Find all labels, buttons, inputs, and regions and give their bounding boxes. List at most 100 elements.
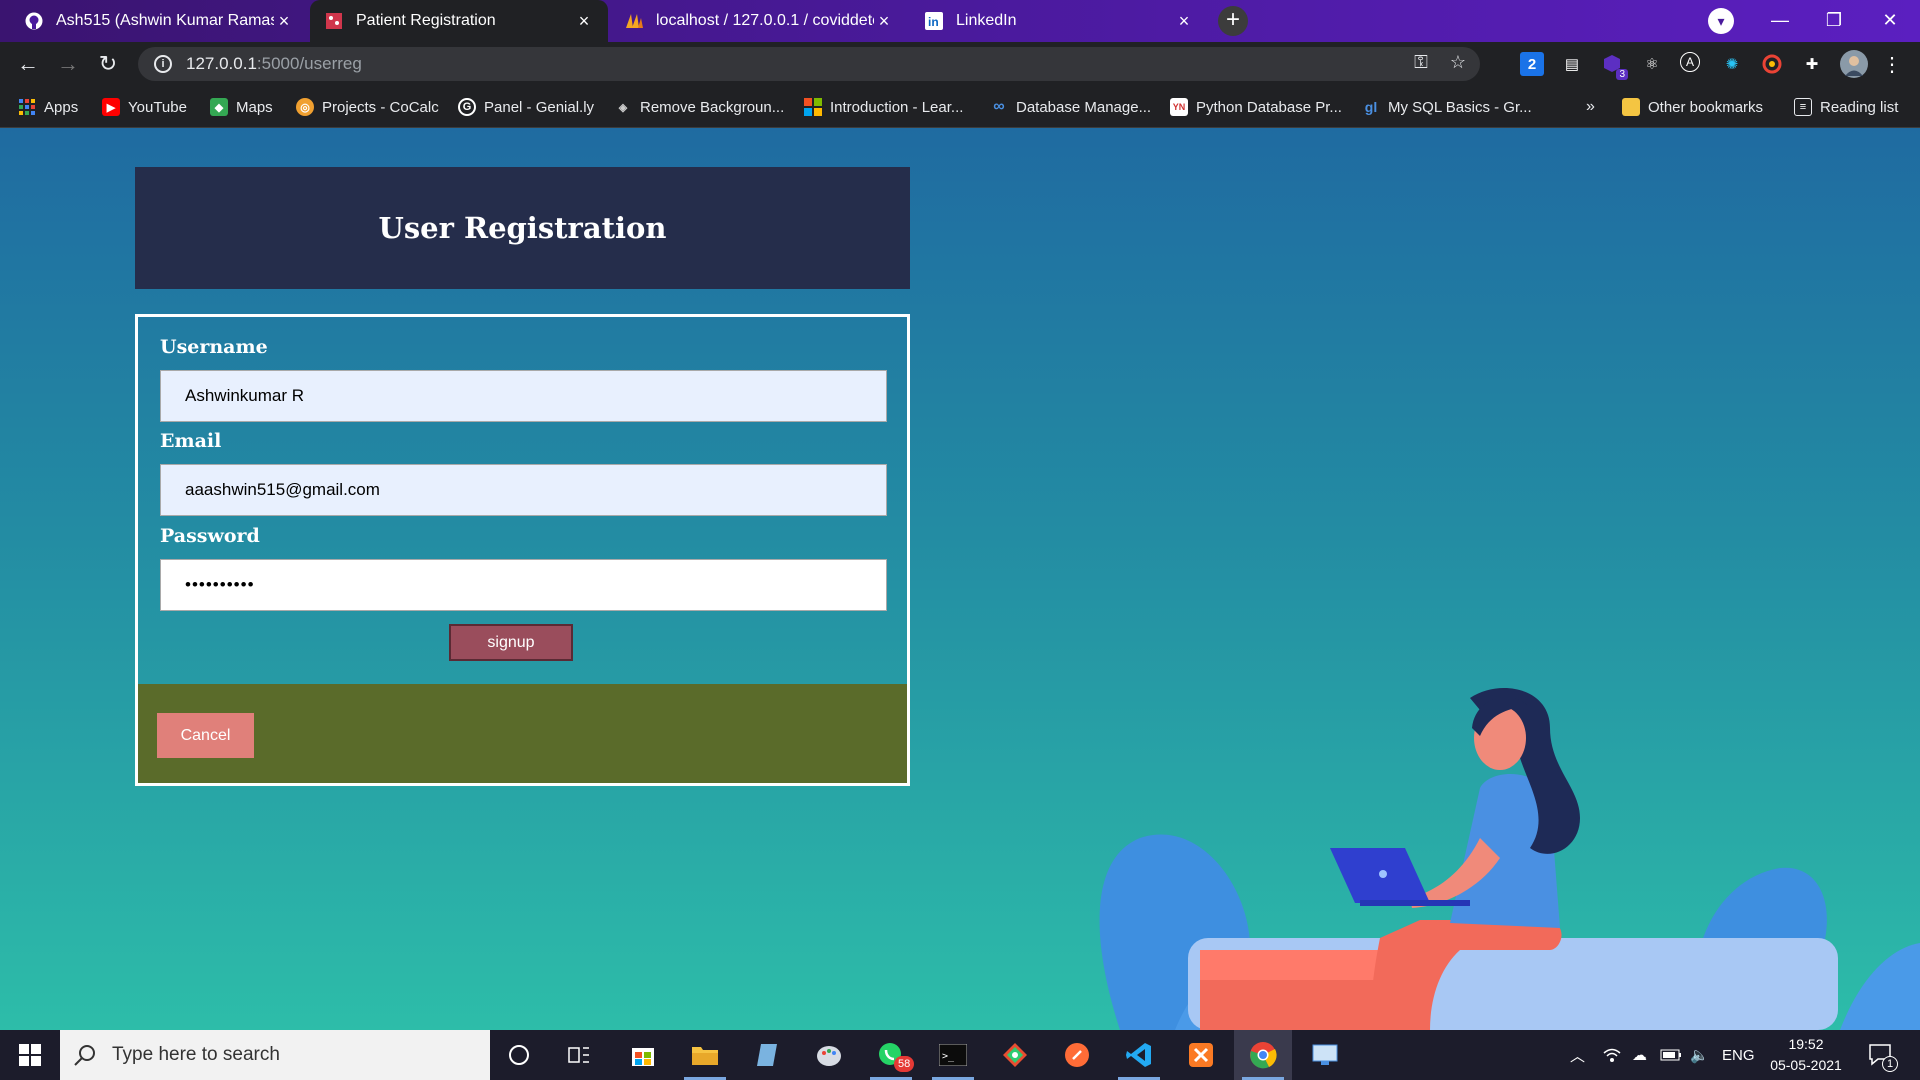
email-field[interactable] (160, 464, 887, 516)
svg-text:in: in (928, 15, 939, 29)
extension-a-icon[interactable]: A (1680, 52, 1700, 72)
bookmark-python-database[interactable]: YN Python Database Pr... (1170, 86, 1342, 128)
bookmark-mysql-basics[interactable]: gl My SQL Basics - Gr... (1362, 86, 1532, 128)
cancel-button[interactable]: Cancel (157, 713, 254, 758)
genially-icon: G (458, 98, 476, 116)
bookmark-label: Apps (44, 98, 79, 116)
chrome-icon[interactable] (1234, 1030, 1292, 1080)
patient-favicon-icon (324, 11, 344, 31)
tab-phpmyadmin[interactable]: localhost / 127.0.0.1 / coviddetec × (610, 0, 908, 42)
password-label: Password (160, 525, 260, 547)
tab-search-icon[interactable]: ▾ (1708, 8, 1734, 34)
cortana-icon[interactable] (490, 1030, 548, 1080)
wifi-icon[interactable] (1602, 1030, 1622, 1080)
xampp-icon[interactable] (1172, 1030, 1230, 1080)
profile-avatar[interactable] (1840, 50, 1868, 78)
bookmark-maps[interactable]: ◆ Maps (210, 86, 273, 128)
gl-icon: gl (1364, 99, 1378, 115)
show-hidden-icons[interactable]: ︿ (1570, 1030, 1585, 1080)
file-explorer-icon[interactable] (676, 1030, 734, 1080)
volume-icon[interactable]: 🔈 (1690, 1030, 1709, 1080)
infinity-icon: ∞ (993, 98, 1005, 115)
search-icon (74, 1045, 95, 1066)
taskbar-search[interactable]: Type here to search (60, 1030, 490, 1080)
notifications-icon[interactable]: 1 (1868, 1030, 1898, 1080)
bookmark-youtube[interactable]: ▶ YouTube (102, 86, 187, 128)
extension-card-icon[interactable]: ▤ (1560, 52, 1584, 76)
site-info-icon[interactable]: i (154, 55, 172, 73)
browser-title-bar: Ash515 (Ashwin Kumar Ramaswa × Patient R… (0, 0, 1920, 42)
close-tab-icon[interactable]: × (1174, 11, 1194, 32)
url-host: 127.0.0.1 (186, 54, 257, 73)
task-view-icon[interactable] (550, 1030, 608, 1080)
woman-laptop-illustration (1099, 688, 1920, 1030)
onedrive-icon[interactable]: ☁ (1632, 1030, 1647, 1080)
react-devtools-icon[interactable]: ⚛ (1640, 52, 1664, 76)
tab-title: Ash515 (Ashwin Kumar Ramaswa (56, 12, 274, 29)
reading-list[interactable]: ≡ Reading list (1794, 86, 1898, 128)
close-tab-icon[interactable]: × (274, 11, 294, 32)
postman-icon[interactable] (1048, 1030, 1106, 1080)
key-icon[interactable]: ⚿ (1414, 52, 1428, 73)
minimize-icon[interactable]: — (1752, 0, 1808, 40)
bookmark-label: Projects - CoCalc (322, 98, 439, 116)
other-bookmarks-label: Other bookmarks (1648, 98, 1764, 116)
username-label: Username (160, 336, 268, 358)
close-tab-icon[interactable]: × (574, 11, 594, 32)
bookmark-label: Python Database Pr... (1196, 98, 1342, 116)
bookmark-microsoft-learn[interactable]: Introduction - Lear... (804, 86, 963, 128)
url-path: :5000/userreg (256, 54, 362, 73)
reload-icon[interactable]: ↻ (94, 50, 122, 78)
extension-color-icon[interactable] (1760, 52, 1784, 76)
tab-patient-registration[interactable]: Patient Registration × (310, 0, 608, 42)
search-placeholder: Type here to search (112, 1044, 280, 1065)
username-field[interactable] (160, 370, 887, 422)
back-arrow-icon[interactable]: ← (14, 50, 42, 78)
bookmarks-overflow-button[interactable]: » (1586, 86, 1595, 128)
registration-header: User Registration (135, 167, 910, 289)
new-tab-button[interactable]: + (1218, 6, 1248, 36)
whatsapp-icon[interactable]: 58 (862, 1030, 920, 1080)
vscode-icon[interactable] (1110, 1030, 1168, 1080)
signup-button[interactable]: signup (449, 624, 573, 661)
close-window-icon[interactable]: ✕ (1862, 0, 1918, 40)
extension-cube-icon[interactable]: 3 (1600, 52, 1628, 80)
bookmark-label: Panel - Genial.ly (484, 98, 595, 116)
extension-gear-icon[interactable]: ✺ (1720, 52, 1744, 76)
bookmark-genially[interactable]: G Panel - Genial.ly (458, 86, 594, 128)
notepad-icon[interactable] (738, 1030, 796, 1080)
terminal-icon[interactable]: >_ (924, 1030, 982, 1080)
removebg-icon: ◈ (618, 101, 628, 114)
close-tab-icon[interactable]: × (874, 11, 894, 32)
bookmark-cocalc[interactable]: ◎ Projects - CoCalc (296, 86, 439, 128)
microsoft-store-icon[interactable] (614, 1030, 672, 1080)
whatsapp-badge: 58 (894, 1056, 915, 1072)
language-indicator[interactable]: ENG (1722, 1030, 1755, 1080)
restore-icon[interactable]: ❐ (1806, 0, 1862, 40)
bookmark-apps[interactable]: Apps (18, 86, 78, 128)
windows-start-icon[interactable] (0, 1030, 60, 1080)
extension-number-icon[interactable]: 2 (1520, 52, 1544, 76)
windows-taskbar: Type here to search 58 >_ ︿ ☁ 🔈 ENG 19:5… (0, 1030, 1920, 1080)
maps-icon: ◆ (210, 98, 228, 116)
remote-desktop-icon[interactable] (1296, 1030, 1354, 1080)
git-icon[interactable] (986, 1030, 1044, 1080)
password-field[interactable] (160, 559, 887, 611)
tab-linkedin[interactable]: in LinkedIn × (910, 0, 1208, 42)
tab-github[interactable]: Ash515 (Ashwin Kumar Ramaswa × (10, 0, 308, 42)
bookmark-removebg[interactable]: ◈ Remove Backgroun... (614, 86, 784, 128)
paint-icon[interactable] (800, 1030, 858, 1080)
star-icon[interactable]: ☆ (1450, 52, 1466, 73)
cancel-container: Cancel (138, 684, 907, 783)
forward-arrow-icon[interactable]: → (54, 50, 82, 78)
bookmark-database-manage[interactable]: ∞ Database Manage... (990, 86, 1151, 128)
reading-list-label: Reading list (1820, 98, 1899, 116)
extensions-puzzle-icon[interactable]: ✚ (1800, 52, 1824, 76)
battery-icon[interactable] (1660, 1030, 1682, 1080)
page-viewport: User Registration Username Email Passwor… (0, 128, 1920, 1030)
other-bookmarks[interactable]: Other bookmarks (1622, 86, 1763, 128)
system-clock[interactable]: 19:52 05-05-2021 (1762, 1034, 1850, 1076)
more-menu-icon[interactable]: ⋮ (1880, 52, 1904, 76)
folder-icon (1622, 98, 1640, 116)
address-bar[interactable]: i 127.0.0.1:5000/userreg ⚿ ☆ (138, 47, 1480, 81)
